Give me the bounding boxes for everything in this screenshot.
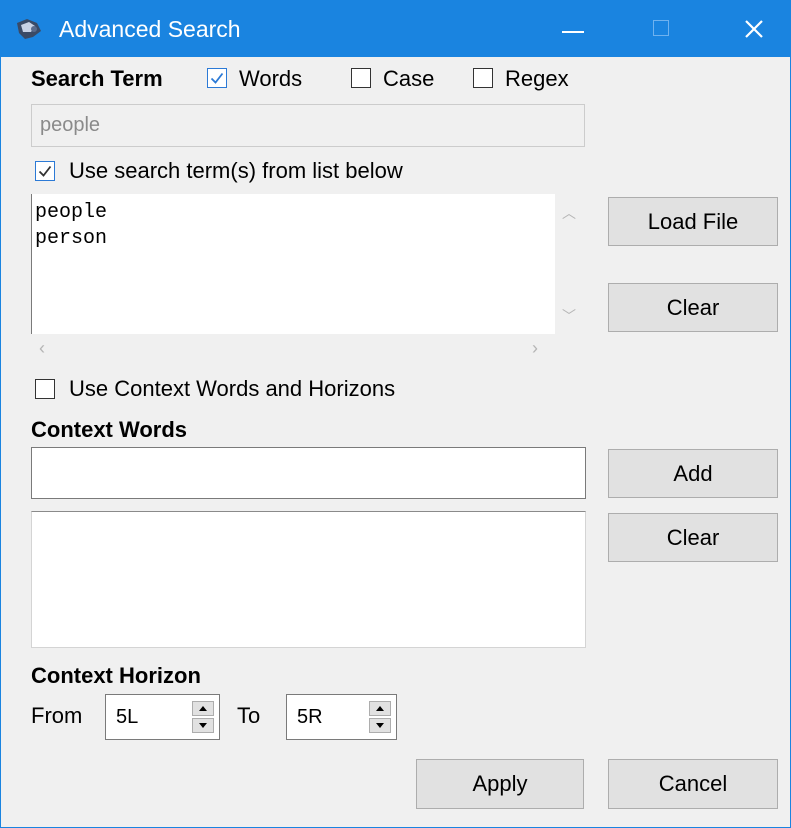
to-spinbox[interactable]: 5R bbox=[286, 694, 397, 740]
advanced-search-window: Advanced Search Search Term Words Case R… bbox=[0, 0, 791, 828]
use-context-checkbox[interactable] bbox=[35, 379, 55, 399]
use-context-label[interactable]: Use Context Words and Horizons bbox=[69, 376, 395, 402]
to-value[interactable]: 5R bbox=[297, 705, 323, 729]
scroll-left-arrow[interactable]: ‹ bbox=[39, 339, 45, 357]
from-decrement-button[interactable] bbox=[192, 718, 214, 733]
search-term-label: Search Term bbox=[31, 66, 163, 91]
clear-terms-button[interactable]: Clear bbox=[608, 283, 778, 332]
close-button[interactable] bbox=[723, 1, 785, 57]
apply-button[interactable]: Apply bbox=[416, 759, 584, 809]
from-increment-button[interactable] bbox=[192, 701, 214, 716]
app-icon bbox=[15, 17, 43, 41]
scroll-right-arrow[interactable]: › bbox=[532, 339, 538, 357]
window-title: Advanced Search bbox=[59, 16, 241, 42]
case-checkbox-label[interactable]: Case bbox=[383, 66, 434, 92]
title-bar[interactable]: Advanced Search bbox=[1, 1, 790, 57]
context-word-input[interactable] bbox=[31, 447, 586, 499]
to-label: To bbox=[237, 703, 261, 728]
case-checkbox[interactable] bbox=[351, 68, 371, 88]
clear-context-words-button[interactable]: Clear bbox=[608, 513, 778, 562]
to-increment-button[interactable] bbox=[369, 701, 391, 716]
scroll-up-arrow[interactable]: ︿ bbox=[562, 206, 576, 220]
to-decrement-button[interactable] bbox=[369, 718, 391, 733]
arrow-up-icon bbox=[376, 706, 384, 711]
context-words-list[interactable] bbox=[31, 511, 586, 648]
search-terms-text[interactable]: people person bbox=[35, 200, 107, 252]
scroll-down-arrow[interactable]: ﹀ bbox=[562, 309, 576, 323]
from-value[interactable]: 5L bbox=[116, 705, 138, 729]
load-file-button[interactable]: Load File bbox=[608, 197, 778, 246]
add-context-word-button[interactable]: Add bbox=[608, 449, 778, 498]
checkmark-icon bbox=[210, 72, 224, 84]
arrow-down-icon bbox=[199, 723, 207, 728]
maximize-button[interactable] bbox=[629, 1, 691, 57]
from-spinbox[interactable]: 5L bbox=[105, 694, 220, 740]
search-terms-list[interactable]: people person bbox=[31, 194, 555, 334]
regex-checkbox[interactable] bbox=[473, 68, 493, 88]
from-label: From bbox=[31, 703, 83, 728]
search-term-input[interactable] bbox=[31, 104, 585, 147]
words-checkbox[interactable] bbox=[207, 68, 227, 88]
minimize-button[interactable] bbox=[542, 1, 604, 57]
checkmark-icon bbox=[38, 165, 52, 177]
context-horizon-label: Context Horizon bbox=[31, 663, 201, 688]
arrow-down-icon bbox=[376, 723, 384, 728]
context-words-label: Context Words bbox=[31, 417, 188, 442]
arrow-up-icon bbox=[199, 706, 207, 711]
words-checkbox-label[interactable]: Words bbox=[239, 66, 302, 92]
use-list-label[interactable]: Use search term(s) from list below bbox=[69, 158, 403, 184]
regex-checkbox-label[interactable]: Regex bbox=[505, 66, 569, 92]
use-list-checkbox[interactable] bbox=[35, 161, 55, 181]
close-icon bbox=[745, 20, 763, 38]
cancel-button[interactable]: Cancel bbox=[608, 759, 778, 809]
